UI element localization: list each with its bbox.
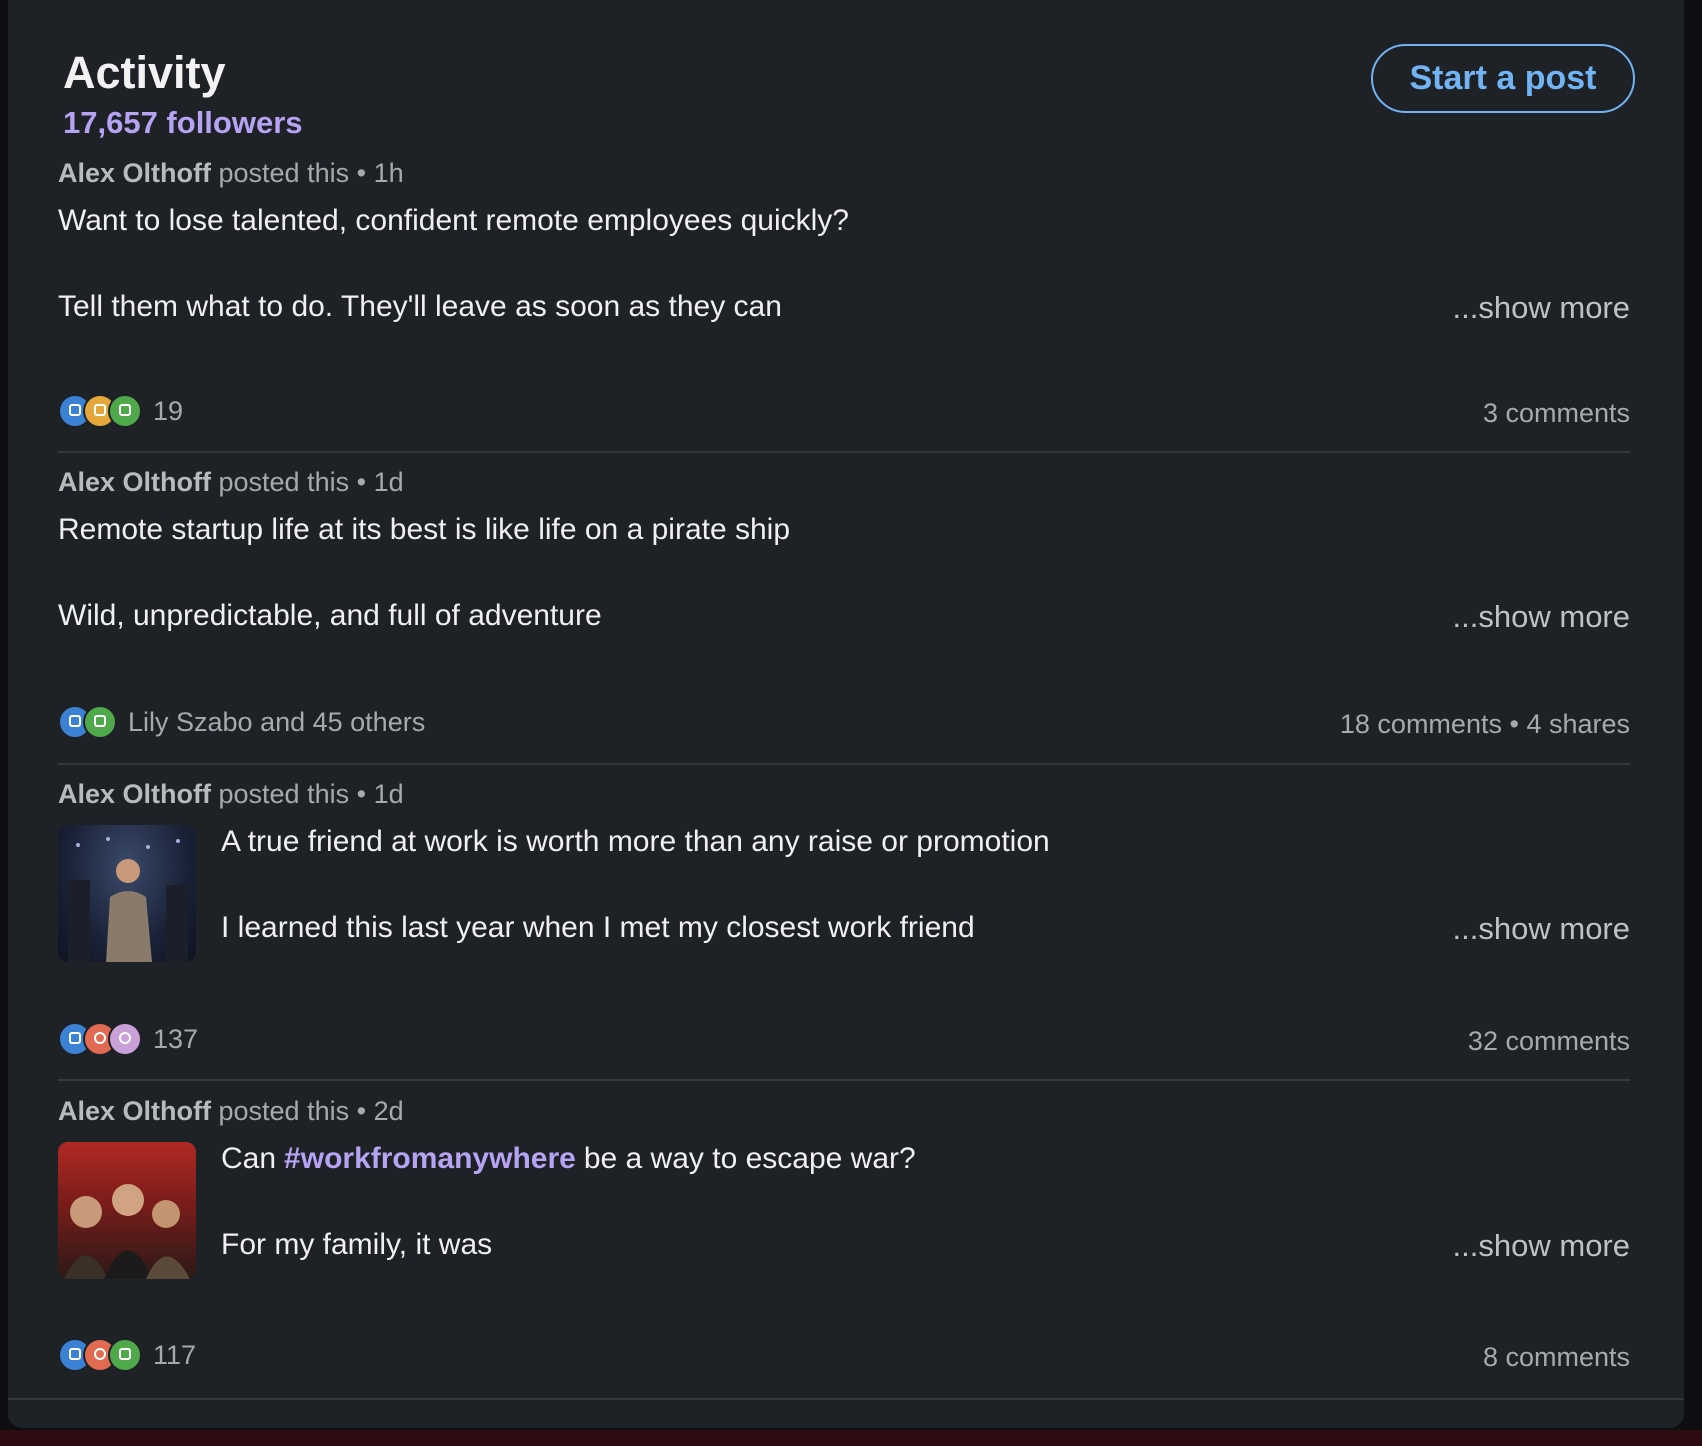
post-text-prefix: Can <box>221 1142 277 1175</box>
post-meta: Alex Olthoff posted this • 2d <box>58 1096 404 1127</box>
celebrate-reaction-icon <box>108 394 142 428</box>
post-time: 1h <box>373 158 404 188</box>
reaction-count[interactable]: Lily Szabo and 45 others <box>128 707 425 738</box>
person-photo-icon <box>68 837 188 962</box>
meta-separator: • <box>349 467 374 497</box>
post-text-line-2: Tell them what to do. They'll leave as s… <box>58 290 782 323</box>
comments-count[interactable]: 3 comments <box>1483 398 1630 428</box>
reaction-icons[interactable] <box>58 394 142 428</box>
meta-separator: • <box>349 1096 374 1126</box>
post-text[interactable]: Want to lose talented, confident remote … <box>58 204 849 322</box>
post-author[interactable]: Alex Olthoff <box>58 467 211 497</box>
show-more-link[interactable]: ...show more <box>1453 1228 1630 1264</box>
post-text-line-1: A true friend at work is worth more than… <box>221 825 1050 858</box>
reaction-icons[interactable] <box>58 1338 142 1372</box>
activity-title: Activity <box>63 47 226 98</box>
activity-card: Activity 17,657 followers Start a post A… <box>8 0 1684 1428</box>
post-author[interactable]: Alex Olthoff <box>58 1096 211 1126</box>
stats-separator: • <box>1501 709 1527 739</box>
post-meta: Alex Olthoff posted this • 1d <box>58 467 404 498</box>
post-action: posted this <box>211 158 350 188</box>
post-divider <box>58 451 1630 453</box>
reactions-summary: 117 <box>58 1338 196 1372</box>
comments-count[interactable]: 8 comments <box>1483 1342 1630 1372</box>
post-text-line-1: Remote startup life at its best is like … <box>58 513 791 546</box>
show-more-link[interactable]: ...show more <box>1453 290 1630 326</box>
post-time: 2d <box>373 1096 404 1126</box>
reaction-icons[interactable] <box>58 1022 142 1056</box>
engagement-stats: 8 comments <box>1483 1342 1630 1373</box>
post-text-line-1: Can #workfromanywhere be a way to escape w… <box>221 1144 916 1174</box>
post-text[interactable]: A true friend at work is worth more than… <box>221 825 1050 943</box>
support-reaction-icon <box>108 1022 142 1056</box>
engagement-stats: 32 comments <box>1468 1026 1630 1057</box>
comments-count[interactable]: 32 comments <box>1468 1026 1630 1056</box>
post-thumbnail-image[interactable] <box>58 825 196 962</box>
activity-header: Activity 17,657 followers <box>63 50 303 138</box>
reactions-summary: 19 <box>58 394 183 428</box>
post-meta: Alex Olthoff posted this • 1d <box>58 779 404 810</box>
post-time: 1d <box>373 467 404 497</box>
celebrate-reaction-icon <box>83 705 117 739</box>
post-thumbnail-image[interactable] <box>58 1142 196 1279</box>
post-text[interactable]: Can #workfromanywhere be a way to escape w… <box>221 1144 916 1260</box>
post-author[interactable]: Alex Olthoff <box>58 158 211 188</box>
post-action: posted this <box>211 779 350 809</box>
reaction-count[interactable]: 19 <box>153 396 183 427</box>
post-text-line-1: Want to lose talented, confident remote … <box>58 204 849 237</box>
meta-separator: • <box>349 158 374 188</box>
family-photo-icon <box>64 1184 190 1279</box>
post-text-line-2: Wild, unpredictable, and full of adventu… <box>58 599 602 632</box>
reaction-icons[interactable] <box>58 705 117 739</box>
post-action: posted this <box>211 467 350 497</box>
post-meta: Alex Olthoff posted this • 1h <box>58 158 404 189</box>
reaction-count[interactable]: 117 <box>153 1340 196 1371</box>
post-time: 1d <box>373 779 404 809</box>
followers-count[interactable]: 17,657 followers <box>63 107 303 138</box>
show-more-link[interactable]: ...show more <box>1453 911 1630 947</box>
post-author[interactable]: Alex Olthoff <box>58 779 211 809</box>
post-text-line-2: For my family, it was <box>221 1228 493 1261</box>
post-divider <box>58 763 1630 765</box>
card-bottom-divider <box>8 1398 1684 1400</box>
celebrate-reaction-icon <box>108 1338 142 1372</box>
show-more-link[interactable]: ...show more <box>1453 599 1630 635</box>
post-text-line-2: I learned this last year when I met my c… <box>221 911 975 944</box>
meta-separator: • <box>349 779 374 809</box>
shares-count[interactable]: 4 shares <box>1526 709 1630 739</box>
post-action: posted this <box>211 1096 350 1126</box>
reactions-summary: Lily Szabo and 45 others <box>58 705 425 739</box>
post-text-suffix: be a way to escape war? <box>583 1142 916 1175</box>
hashtag-link[interactable]: #workfromanywhere <box>284 1142 576 1175</box>
engagement-stats: 3 comments <box>1483 398 1630 429</box>
window-bottom-strip <box>0 1430 1702 1446</box>
engagement-stats: 18 comments • 4 shares <box>1340 709 1630 740</box>
reaction-count[interactable]: 137 <box>153 1024 198 1055</box>
start-post-button[interactable]: Start a post <box>1371 44 1635 113</box>
post-divider <box>58 1079 1630 1081</box>
post-text[interactable]: Remote startup life at its best is like … <box>58 513 791 631</box>
reactions-summary: 137 <box>58 1022 198 1056</box>
comments-count[interactable]: 18 comments <box>1340 709 1502 739</box>
